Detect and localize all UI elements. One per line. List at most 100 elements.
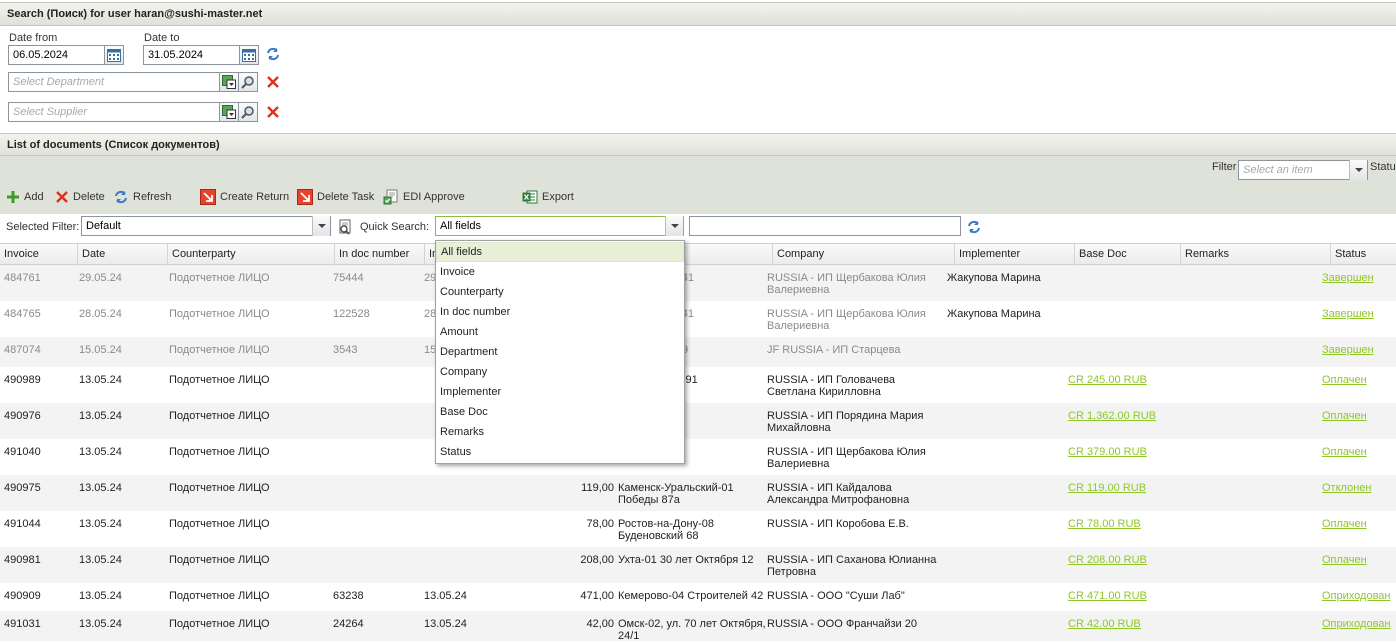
cell-status-link[interactable]: Оплачен bbox=[1322, 410, 1367, 422]
table-row[interactable]: 491031 13.05.24 Подотчетное ЛИЦО 24264 1… bbox=[0, 611, 1396, 642]
cell-status-link[interactable]: Оплачен bbox=[1322, 518, 1367, 530]
cell-base-doc-link[interactable]: CR 42.00 RUB bbox=[1068, 618, 1141, 630]
cell-date: 13.05.24 bbox=[79, 618, 122, 630]
department-select[interactable]: Select Department bbox=[8, 72, 220, 92]
supplier-list-button[interactable] bbox=[219, 102, 239, 122]
refresh-dates-button[interactable] bbox=[264, 45, 282, 63]
cell-status-link[interactable]: Оплачен bbox=[1322, 374, 1367, 386]
department-clear-button[interactable] bbox=[264, 73, 282, 91]
dropdown-option-base-doc[interactable]: Base Doc bbox=[436, 402, 684, 422]
cell-invoice: 491031 bbox=[4, 618, 41, 630]
cell-status-link[interactable]: Завершен bbox=[1322, 272, 1374, 284]
date-to-calendar-button[interactable] bbox=[239, 45, 259, 65]
cell-company: RUSSIA - ИП Кайдалова Александра Митрофа… bbox=[767, 482, 910, 506]
table-row[interactable]: 484765 28.05.24 Подотчетное ЛИЦО 122528 … bbox=[0, 301, 1396, 337]
selected-filter-dropdown-arrow[interactable] bbox=[312, 216, 330, 236]
cell-status-link[interactable]: Оприходован bbox=[1322, 590, 1390, 602]
cell-department: Ухта-01 30 лет Октября 12 bbox=[618, 554, 754, 566]
create-return-button[interactable]: Create Return bbox=[200, 187, 289, 207]
cell-base-doc-link[interactable]: CR 1,362.00 RUB bbox=[1068, 410, 1156, 422]
cell-date: 13.05.24 bbox=[79, 518, 122, 530]
cell-base-doc-link[interactable]: CR 119.00 RUB bbox=[1068, 482, 1146, 494]
supplier-search-button[interactable] bbox=[238, 102, 258, 122]
quick-search-input[interactable] bbox=[689, 216, 961, 236]
column-header-date[interactable]: Date bbox=[78, 244, 168, 265]
dropdown-option-company[interactable]: Company bbox=[436, 362, 684, 382]
delete-task-button[interactable]: Delete Task bbox=[297, 187, 374, 207]
cell-status-link[interactable]: Оплачен bbox=[1322, 446, 1367, 458]
date-from-input[interactable]: 06.05.2024 bbox=[8, 45, 105, 65]
cell-counterparty: Подотчетное ЛИЦО bbox=[169, 446, 270, 458]
column-header-remarks[interactable]: Remarks bbox=[1181, 244, 1331, 265]
dropdown-option-amount[interactable]: Amount bbox=[436, 322, 684, 342]
cell-company: RUSSIA - ИП Щербакова Юлия Валериевна bbox=[767, 308, 926, 332]
quick-search-field-select[interactable]: All fields bbox=[435, 216, 684, 236]
cell-counterparty: Подотчетное ЛИЦО bbox=[169, 308, 270, 320]
cell-base-doc-link[interactable]: CR 379.00 RUB bbox=[1068, 446, 1147, 458]
quick-search-dropdown-arrow[interactable] bbox=[665, 216, 683, 236]
cell-amount: 471,00 bbox=[580, 590, 614, 602]
export-button[interactable]: Export bbox=[522, 187, 574, 207]
table-row[interactable]: 490989 13.05.24 Подотчетное ЛИЦО на-Амур… bbox=[0, 367, 1396, 403]
cell-status-link[interactable]: Завершен bbox=[1322, 308, 1374, 320]
department-search-button[interactable] bbox=[238, 72, 258, 92]
cell-status-link[interactable]: Оприходован bbox=[1322, 618, 1390, 630]
quick-search-refresh-button[interactable] bbox=[965, 218, 983, 236]
table-row[interactable]: 490909 13.05.24 Подотчетное ЛИЦО 63238 1… bbox=[0, 583, 1396, 611]
column-header-status[interactable]: Status bbox=[1331, 244, 1396, 265]
cell-base-doc-link[interactable]: CR 78.00 RUB bbox=[1068, 518, 1141, 530]
edi-approve-button[interactable]: EDI Approve bbox=[383, 187, 465, 207]
cell-status-link[interactable]: Оплачен bbox=[1322, 554, 1367, 566]
cell-invoice: 491044 bbox=[4, 518, 41, 530]
date-to-input[interactable]: 31.05.2024 bbox=[143, 45, 240, 65]
filter-settings-button[interactable] bbox=[336, 218, 354, 236]
create-return-button-label: Create Return bbox=[220, 191, 290, 203]
dropdown-option-implementer[interactable]: Implementer bbox=[436, 382, 684, 402]
column-header-company[interactable]: Company bbox=[773, 244, 955, 265]
magnifier-icon bbox=[241, 76, 254, 89]
cell-status-link[interactable]: Отклонен bbox=[1322, 482, 1371, 494]
supplier-clear-button[interactable] bbox=[264, 103, 282, 121]
table-row[interactable]: 487074 15.05.24 Подотчетное ЛИЦО 3543 15… bbox=[0, 337, 1396, 367]
grid-header: Invoice Date Counterparty In doc number … bbox=[0, 243, 1396, 265]
cell-invoice: 490981 bbox=[4, 554, 41, 566]
supplier-select[interactable]: Select Supplier bbox=[8, 102, 220, 122]
table-row[interactable]: 484761 29.05.24 Подотчетное ЛИЦО 75444 2… bbox=[0, 265, 1396, 301]
dropdown-option-counterparty[interactable]: Counterparty bbox=[436, 282, 684, 302]
list-dropdown-icon bbox=[222, 75, 236, 89]
refresh-button[interactable]: Refresh bbox=[113, 187, 172, 207]
date-from-calendar-button[interactable] bbox=[104, 45, 124, 65]
list-dropdown-icon bbox=[222, 105, 236, 119]
table-row[interactable]: 490975 13.05.24 Подотчетное ЛИЦО 119,00 … bbox=[0, 475, 1396, 511]
delete-button[interactable]: Delete bbox=[55, 187, 105, 207]
cell-base-doc-link[interactable]: CR 208.00 RUB bbox=[1068, 554, 1147, 566]
cell-in-doc-number: 24264 bbox=[333, 618, 364, 630]
column-header-in-doc-number[interactable]: In doc number bbox=[335, 244, 425, 265]
column-header-implementer[interactable]: Implementer bbox=[955, 244, 1075, 265]
cell-invoice: 490976 bbox=[4, 410, 41, 422]
column-header-invoice[interactable]: Invoice bbox=[0, 244, 78, 265]
dropdown-option-in-doc-number[interactable]: In doc number bbox=[436, 302, 684, 322]
cell-company: RUSSIA - ООО "Суши Лаб" bbox=[767, 590, 905, 602]
cell-counterparty: Подотчетное ЛИЦО bbox=[169, 518, 270, 530]
filter-dropdown-arrow[interactable] bbox=[1349, 160, 1367, 180]
cell-base-doc-link[interactable]: CR 245.00 RUB bbox=[1068, 374, 1147, 386]
dropdown-option-remarks[interactable]: Remarks bbox=[436, 422, 684, 442]
column-header-base-doc[interactable]: Base Doc bbox=[1075, 244, 1181, 265]
date-from-label: Date from bbox=[9, 32, 58, 44]
cell-counterparty: Подотчетное ЛИЦО bbox=[169, 344, 270, 356]
dropdown-option-status[interactable]: Status bbox=[436, 442, 684, 462]
selected-filter-select[interactable]: Default bbox=[81, 216, 331, 236]
department-list-button[interactable] bbox=[219, 72, 239, 92]
table-row[interactable]: 490976 13.05.24 Подотчетное ЛИЦО , мкр 1… bbox=[0, 403, 1396, 439]
dropdown-option-department[interactable]: Department bbox=[436, 342, 684, 362]
table-row[interactable]: 491040 13.05.24 Подотчетное ЛИЦО ина 50 … bbox=[0, 439, 1396, 475]
dropdown-option-invoice[interactable]: Invoice bbox=[436, 262, 684, 282]
cell-status-link[interactable]: Завершен bbox=[1322, 344, 1374, 356]
cell-base-doc-link[interactable]: CR 471.00 RUB bbox=[1068, 590, 1147, 602]
table-row[interactable]: 490981 13.05.24 Подотчетное ЛИЦО 208,00 … bbox=[0, 547, 1396, 583]
add-button[interactable]: Add bbox=[6, 187, 44, 207]
table-row[interactable]: 491044 13.05.24 Подотчетное ЛИЦО 78,00 Р… bbox=[0, 511, 1396, 547]
dropdown-option-all-fields[interactable]: All fields bbox=[436, 242, 684, 262]
column-header-counterparty[interactable]: Counterparty bbox=[168, 244, 335, 265]
